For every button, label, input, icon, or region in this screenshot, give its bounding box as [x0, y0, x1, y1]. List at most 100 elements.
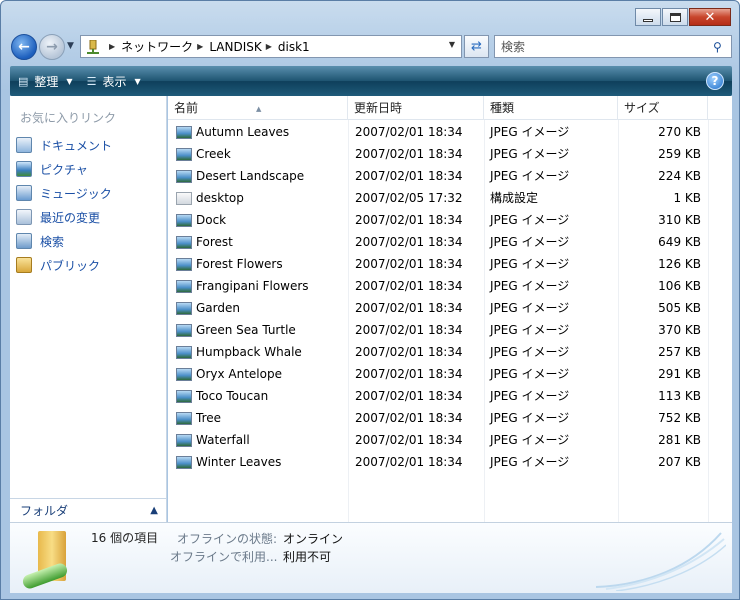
folders-label: フォルダ	[20, 504, 69, 518]
file-name-cell[interactable]: Forest	[176, 231, 233, 253]
file-row[interactable]: Oryx Antelope 2007/02/01 18:34 JPEG イメージ 29…	[168, 363, 732, 385]
file-row[interactable]: Desert Landscape 2007/02/01 18:34 JPEG イメー…	[168, 165, 732, 187]
image-file-icon	[176, 301, 192, 315]
search-icon[interactable]: ⚲	[713, 40, 731, 54]
file-size: 224 KB	[658, 169, 701, 183]
file-type: JPEG イメージ	[490, 279, 570, 293]
file-name-cell[interactable]: Green Sea Turtle	[176, 319, 296, 341]
address-dropdown-icon[interactable]: ▼	[449, 40, 455, 49]
recent-pages-dropdown[interactable]: ▼	[67, 41, 74, 51]
file-name-cell[interactable]: Waterfall	[176, 429, 250, 451]
network-icon	[87, 39, 99, 54]
minimize-button[interactable]	[635, 8, 661, 26]
close-button[interactable]: ✕	[689, 8, 731, 26]
address-bar[interactable]: ▶ ネットワーク ▶ LANDISK ▶ disk1 ▼	[80, 35, 462, 58]
image-file-icon	[176, 323, 192, 337]
file-type: JPEG イメージ	[490, 213, 570, 227]
file-name-cell[interactable]: Dock	[176, 209, 226, 231]
file-name-cell[interactable]: Tree	[176, 407, 221, 429]
favorite-link-pictures[interactable]: ピクチャ	[10, 157, 166, 181]
file-name-cell[interactable]: Creek	[176, 143, 231, 165]
file-row[interactable]: Green Sea Turtle 2007/02/01 18:34 JPEG イメー…	[168, 319, 732, 341]
forward-button[interactable]: →	[39, 34, 65, 60]
favorite-link-label: ピクチャ	[40, 162, 88, 177]
file-row[interactable]: Creek 2007/02/01 18:34 JPEG イメージ 259 KB	[168, 143, 732, 165]
image-file-icon	[176, 279, 192, 293]
file-name: Green Sea Turtle	[196, 323, 296, 337]
settings-file-icon	[176, 191, 192, 205]
file-row[interactable]: Frangipani Flowers 2007/02/01 18:34 JPEG イ…	[168, 275, 732, 297]
views-button[interactable]: ☰ 表示 ▼	[87, 73, 141, 90]
file-name: Humpback Whale	[196, 345, 302, 359]
file-name-cell[interactable]: Autumn Leaves	[176, 121, 289, 143]
file-name: Oryx Antelope	[196, 367, 282, 381]
column-header-size[interactable]: サイズ	[618, 96, 708, 120]
breadcrumb-disk1[interactable]: disk1	[278, 40, 310, 54]
file-row[interactable]: Autumn Leaves 2007/02/01 18:34 JPEG イメージ 27…	[168, 121, 732, 143]
file-date: 2007/02/01 18:34	[355, 147, 463, 161]
file-name: Garden	[196, 301, 240, 315]
back-button[interactable]: ←	[11, 34, 37, 60]
file-row[interactable]: Toco Toucan 2007/02/01 18:34 JPEG イメージ 113 …	[168, 385, 732, 407]
file-row[interactable]: Humpback Whale 2007/02/01 18:34 JPEG イメージ 2…	[168, 341, 732, 363]
file-name-cell[interactable]: Humpback Whale	[176, 341, 302, 363]
file-name-cell[interactable]: Oryx Antelope	[176, 363, 282, 385]
file-row[interactable]: Waterfall 2007/02/01 18:34 JPEG イメージ 281 KB	[168, 429, 732, 451]
file-type: JPEG イメージ	[490, 389, 570, 403]
file-type: JPEG イメージ	[490, 433, 570, 447]
file-row[interactable]: Dock 2007/02/01 18:34 JPEG イメージ 310 KB	[168, 209, 732, 231]
views-icon: ☰	[86, 74, 97, 88]
command-bar: ▤ 整理 ▼ ☰ 表示 ▼ ?	[10, 66, 732, 96]
item-count: 16 個の項目	[91, 531, 159, 545]
file-name-cell[interactable]: Forest Flowers	[176, 253, 283, 275]
file-size: 257 KB	[658, 345, 701, 359]
file-name: Winter Leaves	[196, 455, 282, 469]
column-header-type-label: 種類	[490, 101, 515, 115]
file-row[interactable]: Garden 2007/02/01 18:34 JPEG イメージ 505 KB	[168, 297, 732, 319]
favorite-link-public[interactable]: パブリック	[10, 253, 166, 277]
file-type: JPEG イメージ	[490, 411, 570, 425]
file-row[interactable]: Winter Leaves 2007/02/01 18:34 JPEG イメージ 20…	[168, 451, 732, 473]
file-size: 1 KB	[673, 191, 701, 205]
file-name: Dock	[196, 213, 227, 227]
file-size: 752 KB	[658, 411, 701, 425]
favorite-link-music[interactable]: ミュージック	[10, 181, 166, 205]
file-row[interactable]: Forest 2007/02/01 18:34 JPEG イメージ 649 KB	[168, 231, 732, 253]
favorite-link-documents[interactable]: ドキュメント	[10, 133, 166, 157]
breadcrumb-landisk[interactable]: LANDISK	[209, 40, 261, 54]
file-row[interactable]: Forest Flowers 2007/02/01 18:34 JPEG イメージ 1…	[168, 253, 732, 275]
file-row[interactable]: desktop 2007/02/05 17:32 構成設定 1 KB	[168, 187, 732, 209]
favorite-links-list: ドキュメント ピクチャ ミュージック 最近の変更 検索 パブリック	[10, 133, 166, 277]
file-name-cell[interactable]: desktop	[176, 187, 244, 209]
column-header-type[interactable]: 種類	[484, 96, 618, 120]
search-input[interactable]: 検索	[495, 38, 713, 55]
file-name-cell[interactable]: Garden	[176, 297, 240, 319]
help-icon[interactable]: ?	[706, 72, 724, 90]
file-name-cell[interactable]: Desert Landscape	[176, 165, 304, 187]
file-date: 2007/02/01 18:34	[355, 455, 463, 469]
navigation-pane: お気に入りリンク ドキュメント ピクチャ ミュージック 最近の変更 検索 パブリ…	[10, 96, 167, 522]
column-header-size-label: サイズ	[624, 101, 660, 115]
image-file-icon	[176, 411, 192, 425]
favorite-link-recent[interactable]: 最近の変更	[10, 205, 166, 229]
column-header-name[interactable]: 名前 ▲	[168, 96, 348, 120]
column-header-date[interactable]: 更新日時	[348, 96, 484, 120]
folders-toggle[interactable]: フォルダ ▲	[10, 498, 166, 522]
favorite-link-search[interactable]: 検索	[10, 229, 166, 253]
refresh-button[interactable]: ⇄	[464, 35, 489, 58]
chevron-right-icon[interactable]: ▶	[197, 42, 203, 51]
file-size: 113 KB	[658, 389, 701, 403]
maximize-button[interactable]	[662, 8, 688, 26]
file-name-cell[interactable]: Frangipani Flowers	[176, 275, 309, 297]
offline-availability-value: 利用不可	[283, 550, 332, 564]
breadcrumb-network[interactable]: ネットワーク	[121, 38, 193, 55]
organize-button[interactable]: ▤ 整理 ▼	[18, 73, 73, 90]
search-box[interactable]: 検索 ⚲	[494, 35, 732, 58]
file-row[interactable]: Tree 2007/02/01 18:34 JPEG イメージ 752 KB	[168, 407, 732, 429]
file-name-cell[interactable]: Toco Toucan	[176, 385, 268, 407]
chevron-right-icon[interactable]: ▶	[266, 42, 272, 51]
chevron-right-icon[interactable]: ▶	[109, 42, 115, 51]
file-name-cell[interactable]: Winter Leaves	[176, 451, 281, 473]
favorite-link-label: パブリック	[40, 258, 101, 273]
column-header-row: 名前 ▲ 更新日時 種類 サイズ	[168, 96, 732, 120]
